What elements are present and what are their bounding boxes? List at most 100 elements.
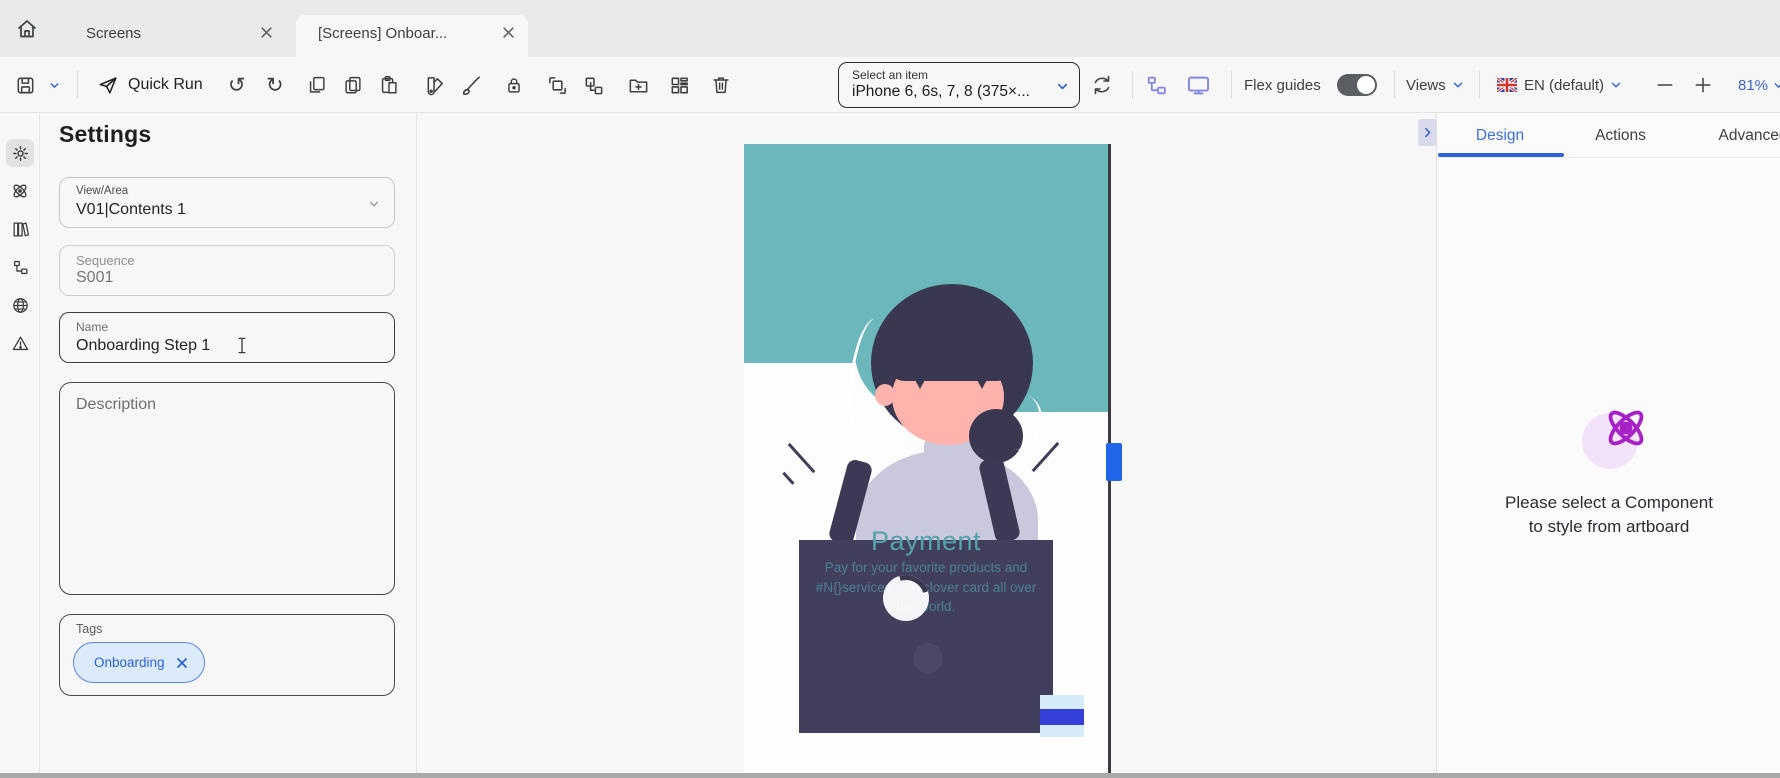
views-label: Views xyxy=(1406,77,1446,94)
selection-resize-handle[interactable] xyxy=(1106,443,1122,481)
inspector-collapse-button[interactable] xyxy=(1418,119,1437,146)
rail-globe-button[interactable] xyxy=(6,291,34,319)
close-icon xyxy=(502,26,515,39)
loading-spinner xyxy=(883,575,929,621)
sync-button[interactable] xyxy=(1090,57,1114,113)
tab-advanced[interactable]: Advanced xyxy=(1678,113,1780,158)
chevron-down-icon xyxy=(1609,78,1623,92)
layout-grid-icon xyxy=(668,74,691,97)
views-dropdown[interactable]: Views xyxy=(1406,57,1465,113)
tab-actions[interactable]: Actions xyxy=(1563,113,1678,158)
sequence-label: Sequence xyxy=(76,253,135,268)
tab-screens-close-button[interactable] xyxy=(258,24,274,40)
zoom-out-button[interactable] xyxy=(1655,57,1675,113)
delete-button[interactable] xyxy=(710,57,732,113)
ungroup-button[interactable] xyxy=(582,57,605,113)
atom-icon xyxy=(1599,401,1653,455)
decor-line-left-small xyxy=(782,472,794,485)
sequence-value: S001 xyxy=(76,269,113,287)
tags-field[interactable]: Tags Onboarding xyxy=(59,614,395,696)
copy-button[interactable] xyxy=(306,57,328,113)
rail-settings-button[interactable] xyxy=(6,139,34,167)
quick-run-button[interactable]: Quick Run xyxy=(97,57,203,113)
name-field[interactable]: Name Onboarding Step 1 xyxy=(59,312,395,363)
lock-icon xyxy=(503,74,525,96)
teal-header-shape-curve xyxy=(855,300,1108,412)
toggle-on[interactable] xyxy=(1337,74,1377,96)
redo-icon: ↻ xyxy=(266,75,284,96)
quick-run-icon xyxy=(97,74,119,96)
tab-screens-label[interactable]: Screens xyxy=(86,25,141,42)
home-icon xyxy=(15,17,39,41)
select-item-dropdown[interactable]: Select an item iPhone 6, 6s, 7, 8 (375×.… xyxy=(838,62,1080,108)
language-dropdown[interactable]: EN (default) xyxy=(1497,57,1623,113)
language-label: EN (default) xyxy=(1524,77,1604,94)
striped-accent-shape[interactable] xyxy=(1040,695,1084,737)
group-button[interactable] xyxy=(546,57,569,113)
person-neck xyxy=(932,430,966,460)
paint-button[interactable] xyxy=(460,57,483,113)
quick-run-label: Quick Run xyxy=(128,76,203,94)
group-icon xyxy=(546,74,569,97)
preview-device-button[interactable] xyxy=(1185,57,1212,113)
select-item-value: iPhone 6, 6s, 7, 8 (375×... xyxy=(852,83,1052,101)
toolbar-divider xyxy=(1394,71,1395,99)
decor-line-left xyxy=(788,443,816,473)
atom-icon xyxy=(10,181,30,201)
design-canvas[interactable]: Payment Pay for your favorite products a… xyxy=(417,113,1436,773)
flex-guides-toggle[interactable] xyxy=(1337,57,1377,113)
rail-warnings-button[interactable] xyxy=(6,329,34,357)
hierarchy-view-button[interactable] xyxy=(1144,57,1169,113)
redo-button[interactable]: ↻ xyxy=(266,57,284,113)
styles-button[interactable] xyxy=(424,57,447,113)
save-options-button[interactable] xyxy=(48,57,61,113)
toolbar-divider xyxy=(77,71,78,99)
zoom-level-dropdown[interactable]: 81% xyxy=(1738,57,1780,113)
tab-screens-onboarding[interactable]: [Screens] Onboar... xyxy=(296,15,528,57)
save-button[interactable] xyxy=(14,57,37,113)
sync-icon xyxy=(1090,73,1114,97)
rail-components-button[interactable] xyxy=(6,177,34,205)
paste-icon xyxy=(378,74,400,96)
zoom-in-button[interactable] xyxy=(1693,57,1713,113)
warning-icon xyxy=(11,334,30,353)
person-hair-bun xyxy=(969,409,1023,463)
home-button[interactable] xyxy=(12,15,42,43)
duplicate-button[interactable] xyxy=(342,57,364,113)
plus-icon xyxy=(1693,75,1713,95)
chevron-down-icon xyxy=(367,197,381,211)
tag-chip-onboarding[interactable]: Onboarding xyxy=(73,642,205,683)
main-toolbar: Quick Run ↺ ↻ Select an item iPhone 6, 6… xyxy=(0,57,1780,113)
paste-button[interactable] xyxy=(378,57,400,113)
minus-icon xyxy=(1655,75,1675,95)
tag-chip-label: Onboarding xyxy=(94,655,165,670)
description-textarea[interactable] xyxy=(60,383,394,594)
text-cursor-icon xyxy=(236,336,248,355)
ungroup-icon xyxy=(582,74,605,97)
view-area-label: View/Area xyxy=(76,185,128,197)
new-folder-button[interactable] xyxy=(627,57,650,113)
rail-hierarchy-button[interactable] xyxy=(6,253,34,281)
view-area-value: V01|Contents 1 xyxy=(76,201,186,219)
swatches-icon xyxy=(424,74,447,97)
select-item-label: Select an item xyxy=(852,68,1067,82)
folder-plus-icon xyxy=(627,74,650,97)
undo-button[interactable]: ↺ xyxy=(228,57,246,113)
monitor-icon xyxy=(1185,72,1212,99)
left-icon-rail xyxy=(0,113,40,773)
rail-library-button[interactable] xyxy=(6,215,34,243)
lock-button[interactable] xyxy=(503,57,525,113)
payment-title[interactable]: Payment xyxy=(799,526,1053,557)
tab-design[interactable]: Design xyxy=(1437,113,1563,158)
sequence-field[interactable]: Sequence S001 xyxy=(59,245,395,296)
description-field[interactable] xyxy=(59,382,395,595)
layout-grid-button[interactable] xyxy=(668,57,691,113)
tab-screens-onboarding-label: [Screens] Onboar... xyxy=(318,25,447,42)
tab-screens-onboarding-close-button[interactable] xyxy=(500,24,516,40)
active-tab-underline xyxy=(1438,153,1564,157)
artboard-iphone[interactable]: Payment Pay for your favorite products a… xyxy=(744,144,1108,773)
chevron-down-icon xyxy=(48,79,61,92)
remove-tag-icon[interactable] xyxy=(176,657,188,669)
tree-icon xyxy=(1144,73,1169,98)
view-area-field[interactable]: View/Area V01|Contents 1 xyxy=(59,177,395,228)
